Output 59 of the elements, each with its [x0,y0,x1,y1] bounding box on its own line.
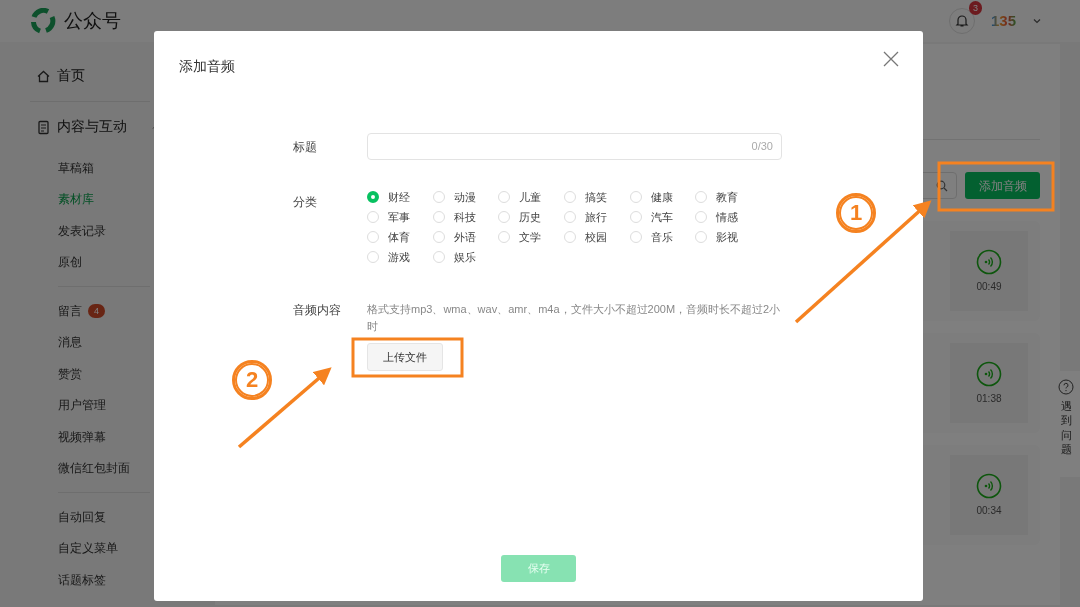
bell-icon [954,14,969,28]
radio-option[interactable]: 搞笑 [564,189,630,205]
field-label: 标题 [293,138,318,156]
radio-option[interactable]: 外语 [432,229,499,245]
home-icon [36,68,51,84]
sidebar-item[interactable]: 消息 [58,333,82,352]
sidebar-item[interactable]: 草稿箱 [58,158,94,177]
radio-option[interactable]: 情感 [695,209,762,225]
audio-icon [976,472,1002,499]
help-icon [1058,379,1074,395]
audio-icon [976,360,1002,387]
logo-icon [30,8,56,34]
radio-option[interactable]: 儿童 [498,189,565,205]
upload-button[interactable]: 上传文件 [367,343,443,371]
radio-option[interactable]: 音乐 [629,229,696,245]
radio-option[interactable]: 体育 [367,229,433,245]
radio-option[interactable]: 汽车 [629,209,696,225]
radio-option[interactable]: 校园 [564,229,630,245]
help-label: 遇到问题 [1060,399,1072,457]
format-hint: 格式支持mp3、wma、wav、amr、m4a，文件大小不超过200M，音频时长不超过2小时 [367,302,782,334]
radio-option[interactable]: 旅行 [564,209,630,225]
dialog-title: 添加音频 [179,57,235,76]
sidebar-item[interactable]: 原创 [58,253,82,272]
radio-option[interactable]: 动漫 [432,189,499,205]
sidebar-item[interactable]: 发表记录 [58,221,106,240]
field-label: 分类 [293,194,318,211]
sidebar-item[interactable]: 自定义菜单 [58,539,118,558]
audio-duration: 01:38 [976,391,1002,406]
search-icon [936,179,948,192]
radio-option[interactable]: 娱乐 [432,249,499,265]
app-title: 公众号 [64,8,121,33]
radio-option[interactable]: 军事 [367,209,433,225]
radio-option[interactable]: 教育 [695,189,762,205]
sidebar-item[interactable]: 视频弹幕 [58,427,106,446]
document-icon [36,119,51,135]
radio-option[interactable]: 健康 [629,189,696,205]
radio-option[interactable]: 文学 [498,229,565,245]
close-button[interactable] [881,49,901,69]
chevron-down-icon[interactable] [1032,16,1042,26]
notification-badge: 3 [968,1,982,15]
close-icon [881,49,901,69]
radio-option[interactable]: 游戏 [367,249,433,265]
character-counter: 0/30 [751,139,773,155]
field-label: 音频内容 [293,302,342,319]
count-badge: 4 [88,303,105,318]
audio-duration: 00:49 [976,279,1002,294]
sidebar-item[interactable]: 微信红包封面 [58,459,130,478]
sidebar-item[interactable]: 自动回复 [58,507,106,526]
radio-option[interactable]: 影视 [695,229,762,245]
sidebar-item[interactable]: 话题标签 [58,570,106,589]
sidebar-item[interactable]: 留言 [58,301,82,320]
sidebar-item[interactable]: 用户管理 [58,396,106,415]
audio-duration: 00:34 [976,503,1002,518]
sidebar-item[interactable]: 赞赏 [58,364,82,383]
radio-option[interactable]: 历史 [498,209,565,225]
audio-icon [976,248,1002,275]
sidebar-item[interactable]: 内容与互动 [0,102,213,152]
radio-option[interactable]: 财经 [367,189,433,205]
radio-option[interactable]: 科技 [432,209,499,225]
